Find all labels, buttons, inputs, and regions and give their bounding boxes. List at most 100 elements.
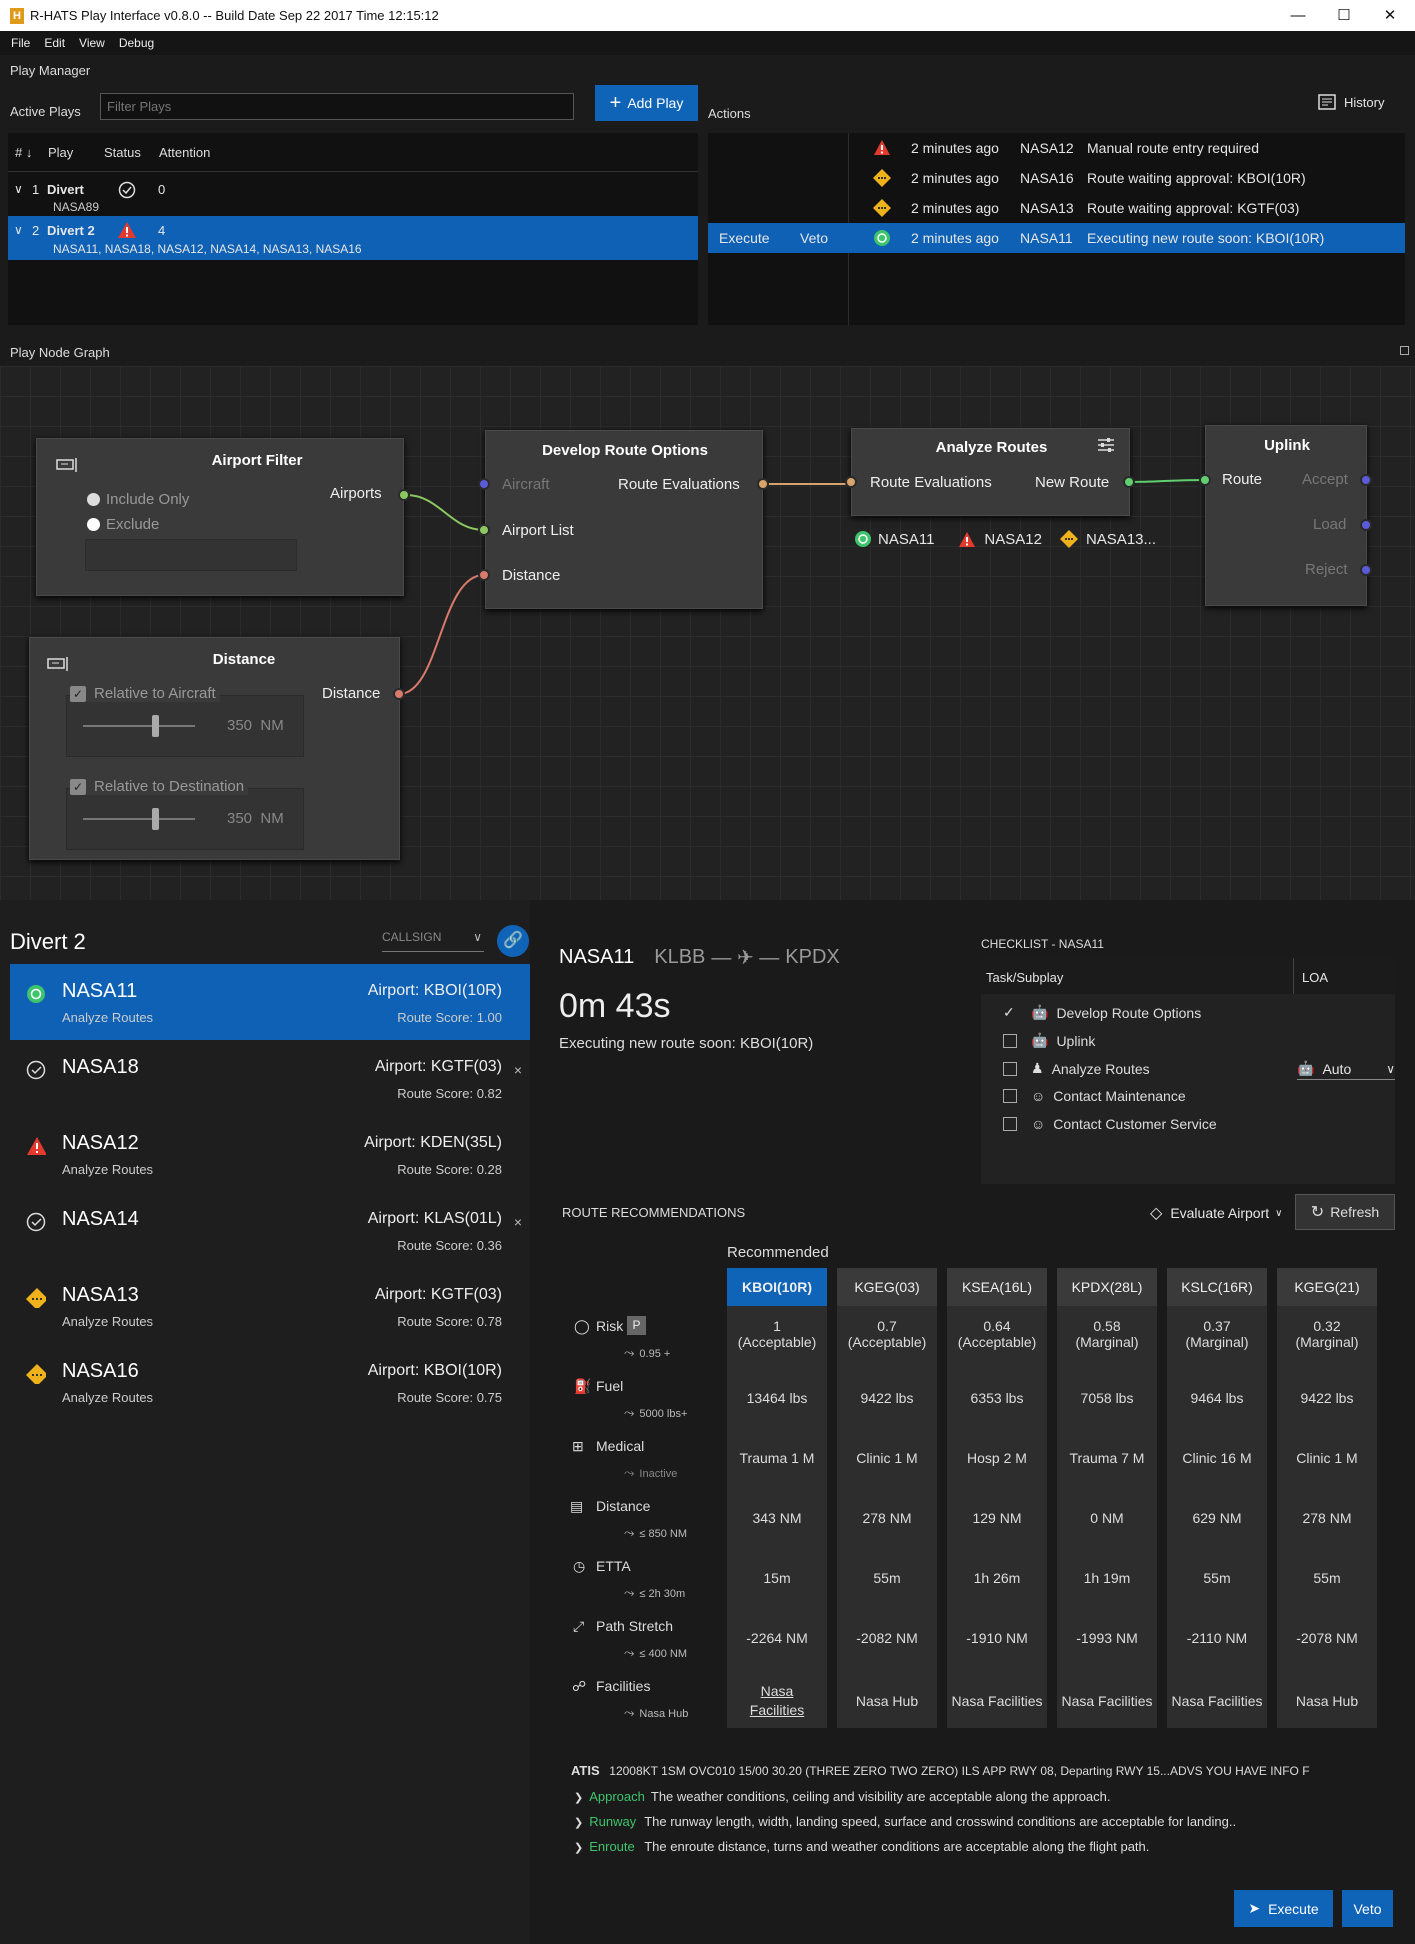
analyze-tag[interactable]: NASA13...: [1086, 531, 1156, 548]
aircraft-input-port[interactable]: [478, 478, 490, 490]
route-evaluations-output-port[interactable]: [757, 478, 769, 490]
airport-header[interactable]: KGEG(21): [1277, 1268, 1377, 1306]
atis-item[interactable]: ❯ Runway The runway length, width, landing…: [574, 1814, 1236, 1829]
relative-aircraft-slider[interactable]: [83, 725, 195, 727]
new-route-output-port[interactable]: [1123, 476, 1135, 488]
checklist-item[interactable]: ♟ Analyze Routes: [1003, 1060, 1150, 1077]
dismiss-icon[interactable]: ×: [514, 1214, 522, 1230]
dismiss-icon[interactable]: ×: [514, 1062, 522, 1078]
chevron-down-icon[interactable]: ∨: [14, 182, 23, 196]
action-row[interactable]: 2 minutes ago NASA12 Manual route entry …: [708, 133, 1405, 163]
analyze-tag[interactable]: NASA12: [984, 531, 1042, 548]
sort-dropdown[interactable]: CALLSIGN ∨: [382, 930, 484, 952]
aircraft-list-item[interactable]: NASA12 Analyze Routes Airport: KDEN(35L)…: [10, 1116, 530, 1192]
filter-plays-input[interactable]: [100, 93, 574, 120]
airport-filter-input[interactable]: [85, 539, 297, 571]
action-callsign: NASA16: [1020, 170, 1074, 186]
minimize-icon[interactable]: —: [1275, 0, 1321, 31]
airport-header[interactable]: KSEA(16L): [947, 1268, 1047, 1306]
refresh-button[interactable]: ↻ Refresh: [1295, 1194, 1395, 1230]
checklist-item[interactable]: ☺ Contact Customer Service: [1003, 1116, 1217, 1132]
menu-file[interactable]: File: [11, 36, 30, 50]
risk-label: (Acceptable): [847, 1334, 927, 1350]
execute-action-button[interactable]: Execute: [719, 230, 770, 246]
action-row[interactable]: 2 minutes ago NASA16 Route waiting appro…: [708, 163, 1405, 193]
atis-item[interactable]: ❯ Enroute The enroute distance, turns and …: [574, 1839, 1149, 1854]
add-play-button[interactable]: + Add Play: [595, 85, 698, 121]
cell-facilities[interactable]: Nasa Facilities: [727, 1682, 827, 1720]
develop-route-node[interactable]: Develop Route Options Aircraft Route Eva…: [485, 430, 763, 609]
action-row[interactable]: Execute Veto 2 minutes ago NASA11 Execut…: [708, 223, 1405, 253]
menu-debug[interactable]: Debug: [119, 36, 154, 50]
veto-button[interactable]: Veto: [1342, 1890, 1393, 1927]
action-row[interactable]: 2 minutes ago NASA13 Route waiting appro…: [708, 193, 1405, 223]
airport-list-input-port[interactable]: [478, 524, 490, 536]
aircraft-list-item[interactable]: NASA13 Analyze Routes Airport: KGTF(03) …: [10, 1268, 530, 1344]
airports-output-port[interactable]: [398, 489, 410, 501]
airport-header[interactable]: KGEG(03): [837, 1268, 937, 1306]
execute-button[interactable]: ➤ Execute: [1234, 1890, 1333, 1927]
column-num[interactable]: # ↓: [15, 145, 32, 160]
column-play[interactable]: Play: [48, 145, 73, 160]
chevron-right-icon[interactable]: ❯: [574, 1817, 583, 1829]
checklist-item[interactable]: 🤖 Uplink: [1003, 1032, 1095, 1049]
checkbox[interactable]: [1003, 1089, 1017, 1103]
distance-node[interactable]: Distance Distance ✓ Relative to Aircraft …: [29, 637, 400, 860]
distance-output-port[interactable]: [393, 688, 405, 700]
checkbox[interactable]: [1003, 1117, 1017, 1131]
accept-output-port[interactable]: [1360, 474, 1372, 486]
table-row[interactable]: ∨ 1 Divert 0 NASA89: [8, 173, 698, 215]
checklist-item[interactable]: ☺ Contact Maintenance: [1003, 1088, 1186, 1104]
close-icon[interactable]: ✕: [1367, 0, 1413, 31]
route-evaluations-input-label: Route Evaluations: [870, 474, 992, 491]
aircraft-list-item[interactable]: NASA16 Analyze Routes Airport: KBOI(10R)…: [10, 1344, 530, 1420]
aircraft-list-item[interactable]: NASA11 Analyze Routes Airport: KBOI(10R)…: [10, 964, 530, 1040]
exclude-radio[interactable]: Exclude: [87, 516, 159, 533]
route-input-port[interactable]: [1199, 474, 1211, 486]
relative-destination-slider[interactable]: [83, 818, 195, 820]
slider-handle[interactable]: [152, 715, 159, 737]
checklist-item[interactable]: ✓ 🤖 Develop Route Options: [1003, 1004, 1201, 1021]
link-button[interactable]: 🔗: [497, 925, 529, 957]
include-only-radio[interactable]: Include Only: [87, 491, 189, 508]
analyze-tag[interactable]: NASA11: [878, 531, 934, 548]
undock-icon[interactable]: [1400, 346, 1409, 355]
airport-filter-node[interactable]: Airport Filter Include Only Exclude Airp…: [36, 438, 404, 596]
reject-output-port[interactable]: [1360, 564, 1372, 576]
uplink-node[interactable]: Uplink Route Accept Load Reject: [1205, 425, 1367, 606]
aircraft-list-item[interactable]: NASA18 Airport: KGTF(03) Route Score: 0.…: [10, 1040, 530, 1116]
veto-action-button[interactable]: Veto: [800, 230, 828, 246]
chevron-right-icon[interactable]: ❯: [574, 1792, 583, 1804]
load-output-port[interactable]: [1360, 519, 1372, 531]
cell-medical: Clinic 1 M: [1296, 1450, 1358, 1466]
analyze-routes-node[interactable]: Analyze Routes Route Evaluations New Rou…: [851, 428, 1130, 516]
history-button[interactable]: History: [1318, 94, 1384, 110]
cell-fuel: 7058 lbs: [1080, 1390, 1134, 1406]
checkbox[interactable]: [1003, 1033, 1017, 1048]
airport-header[interactable]: KPDX(28L): [1057, 1268, 1157, 1306]
airport-header[interactable]: KBOI(10R): [727, 1268, 827, 1306]
settings-sliders-icon[interactable]: [1096, 436, 1116, 454]
detail-timer: 0m 43s: [559, 987, 671, 1025]
aircraft-list-item[interactable]: NASA14 Airport: KLAS(01L) Route Score: 0…: [10, 1192, 530, 1268]
table-row[interactable]: ∨ 2 Divert 2 4 NASA11, NASA18, NASA12, N…: [8, 216, 698, 260]
atis-item[interactable]: ❯ Approach The weather conditions, ceiling…: [574, 1789, 1111, 1804]
evaluate-airport-button[interactable]: ◇ Evaluate Airport ∨: [1150, 1203, 1282, 1223]
menu-edit[interactable]: Edit: [44, 36, 65, 50]
airport-header[interactable]: KSLC(16R): [1167, 1268, 1267, 1306]
maximize-icon[interactable]: ☐: [1321, 0, 1367, 31]
column-status[interactable]: Status: [104, 145, 141, 160]
relative-aircraft-checkbox[interactable]: ✓ Relative to Aircraft: [70, 685, 220, 702]
menu-view[interactable]: View: [79, 36, 105, 50]
chevron-right-icon[interactable]: ❯: [574, 1842, 583, 1854]
chevron-down-icon[interactable]: ∨: [14, 223, 23, 237]
loa-dropdown[interactable]: 🤖 Auto ∨: [1297, 1058, 1395, 1080]
relative-destination-checkbox[interactable]: ✓ Relative to Destination: [70, 778, 249, 795]
aircraft-input-label: Aircraft: [502, 476, 550, 493]
distance-input-port[interactable]: [478, 569, 490, 581]
slider-handle[interactable]: [152, 808, 159, 830]
column-attention[interactable]: Attention: [159, 145, 210, 160]
checkbox[interactable]: [1003, 1061, 1017, 1076]
play-num: 1: [32, 182, 40, 197]
route-evaluations-input-port[interactable]: [845, 476, 857, 488]
